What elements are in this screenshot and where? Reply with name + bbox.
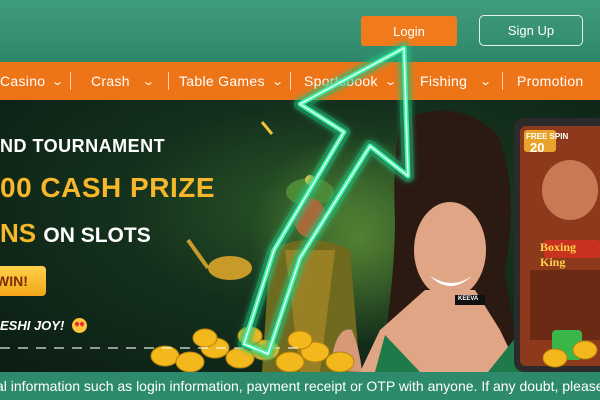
- slots-text: ON SLOTS: [43, 224, 151, 247]
- chevron-down-icon: ⌄: [141, 75, 156, 88]
- page: Login Sign Up Casino ⌄ Crash ⌄ Table Gam…: [0, 0, 600, 400]
- signup-button[interactable]: Sign Up: [479, 15, 583, 46]
- game-badge: Boxing King: [540, 240, 577, 269]
- site-header: Login Sign Up: [0, 0, 600, 62]
- spins-heading: NS ON SLOTS: [0, 218, 151, 249]
- nav-item-label: Fishing: [420, 73, 468, 89]
- shirt-tag: KEEVA: [458, 296, 479, 302]
- nav-item-fishing[interactable]: Fishing ⌄: [420, 62, 493, 100]
- nav-divider: [168, 72, 169, 90]
- notice-marquee: al information such as login information…: [0, 372, 600, 400]
- nav-item-crash[interactable]: Crash ⌄: [91, 62, 156, 100]
- nav-divider: [502, 72, 503, 90]
- nav-item-sportsbook[interactable]: Sportsbook ⌄: [304, 62, 398, 100]
- notice-text: al information such as login information…: [0, 378, 600, 394]
- chevron-down-icon: ⌄: [51, 75, 65, 88]
- tournament-heading: ND TOURNAMENT: [0, 136, 166, 156]
- nav-item-label: Promotion: [517, 73, 584, 89]
- promo-banner[interactable]: ND TOURNAMENT 00 CASH PRIZE NS ON SLOTS …: [0, 100, 600, 372]
- nav-item-table-games[interactable]: Table Games ⌄: [179, 62, 285, 100]
- nav-item-label: Table Games: [179, 73, 265, 89]
- chevron-down-icon: ⌄: [270, 75, 285, 88]
- nav-item-label: Sportsbook: [304, 73, 378, 89]
- nav-item-casino[interactable]: Casino ⌄: [0, 62, 65, 100]
- spins-text: NS: [0, 218, 37, 248]
- laughing-emoji-icon: [71, 318, 87, 333]
- nav-item-label: Crash: [91, 73, 130, 89]
- nav-divider: [405, 72, 406, 90]
- nav-divider: [290, 72, 291, 90]
- joy-text: ESHI JOY!: [0, 318, 87, 333]
- chevron-down-icon: ⌄: [479, 75, 493, 88]
- login-button[interactable]: Login: [361, 16, 457, 46]
- prize-heading: 00 CASH PRIZE: [0, 172, 215, 203]
- nav-divider: [70, 72, 71, 90]
- free-spin-count: 20: [530, 140, 545, 155]
- dashed-divider: [0, 347, 300, 349]
- nav-item-label: Casino: [0, 73, 46, 89]
- nav-item-promotion[interactable]: Promotion: [517, 62, 584, 100]
- joy-label: ESHI JOY!: [0, 318, 65, 333]
- main-nav: Casino ⌄ Crash ⌄ Table Games ⌄ Sportsboo…: [0, 62, 600, 100]
- win-button[interactable]: WIN!: [0, 266, 46, 296]
- chevron-down-icon: ⌄: [383, 75, 398, 88]
